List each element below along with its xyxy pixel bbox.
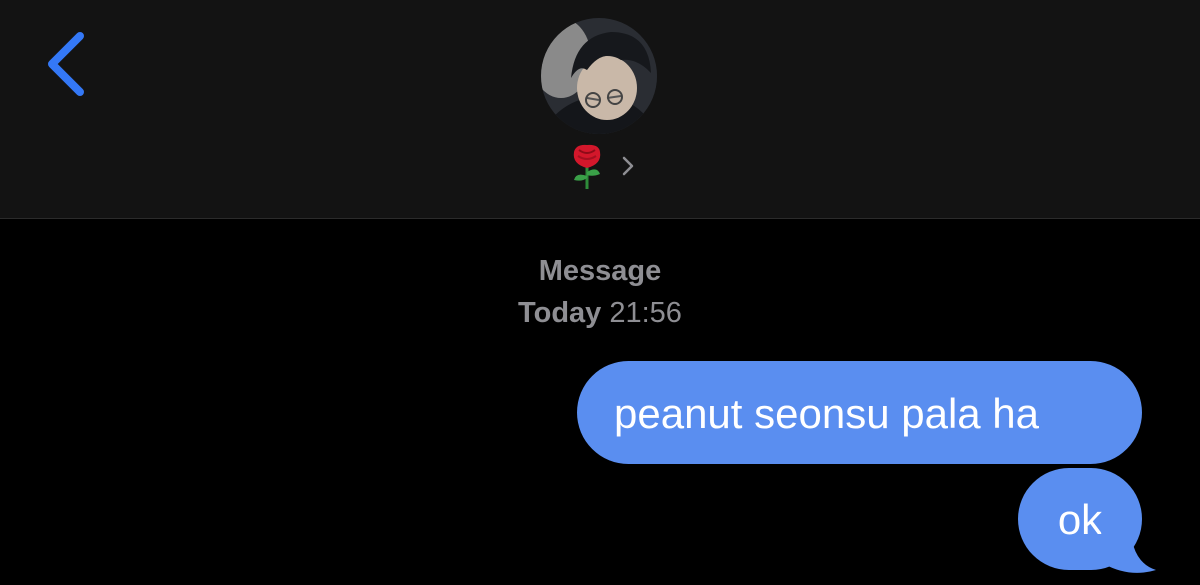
message-timestamp: Today 21:56 (400, 297, 800, 330)
timestamp-time: 21:56 (609, 297, 682, 329)
contact-name-button[interactable] (560, 140, 650, 190)
rose-emoji-icon (573, 144, 601, 189)
conversation-header (0, 0, 1200, 219)
avatar-photo (541, 18, 657, 134)
bubble-tail (1100, 520, 1156, 573)
outgoing-message-bubble[interactable]: peanut seonsu pala ha (577, 361, 1142, 464)
timestamp-day: Today (518, 297, 602, 329)
back-button[interactable] (40, 28, 100, 104)
chevron-left-icon (48, 32, 84, 96)
chevron-right-icon (622, 156, 634, 176)
contact-avatar[interactable] (541, 18, 657, 134)
service-label: Message (538, 255, 662, 287)
